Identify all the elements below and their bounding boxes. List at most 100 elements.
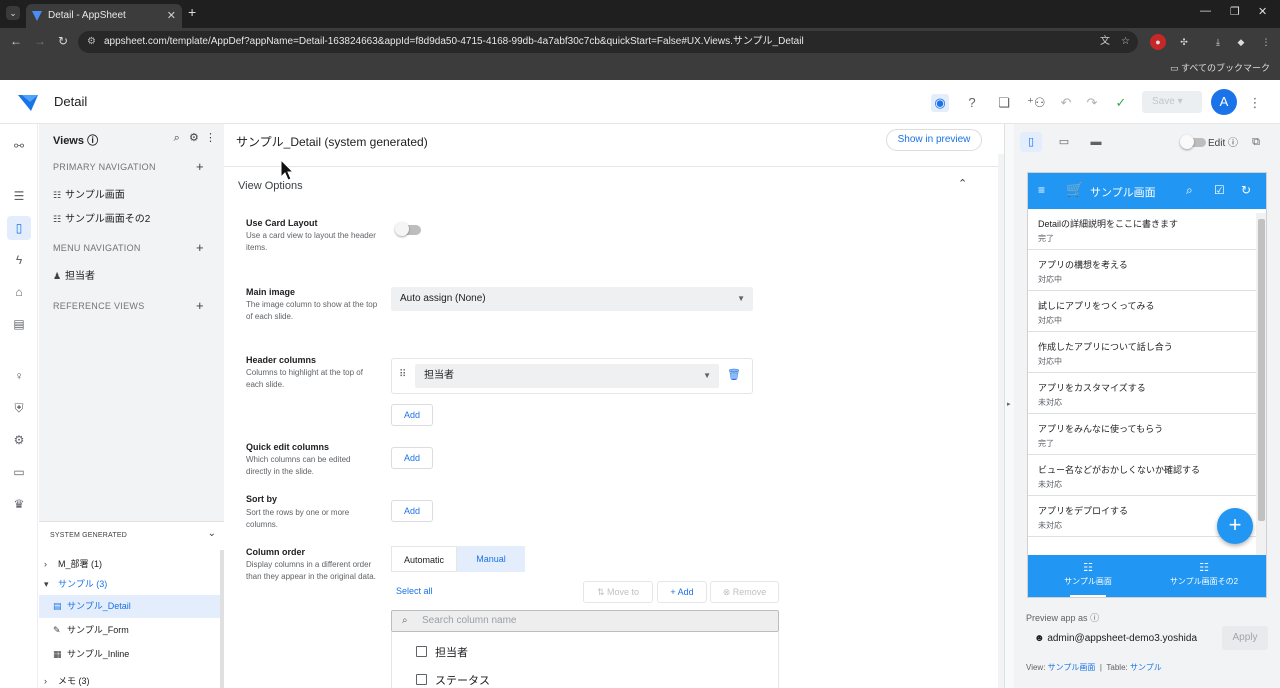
url-input[interactable]: ⚙ appsheet.com/template/AppDef?appName=D…: [78, 31, 1138, 53]
browser-tab[interactable]: Detail - AppSheet ✕: [26, 4, 182, 28]
new-tab-icon[interactable]: +: [188, 4, 196, 20]
apply-button[interactable]: Apply: [1222, 626, 1268, 650]
drag-handle-icon[interactable]: ⠿: [399, 369, 406, 380]
actions-icon[interactable]: ϟ: [10, 251, 28, 269]
reload-icon[interactable]: ↻: [58, 34, 68, 48]
move-to-button[interactable]: ⇅ Move to: [583, 581, 653, 603]
checkbox[interactable]: [416, 646, 427, 657]
add-reference-view-icon[interactable]: +: [196, 298, 204, 313]
chevron-down-icon[interactable]: ⌄: [208, 528, 216, 539]
scrollbar-thumb[interactable]: [1258, 219, 1265, 521]
automation-icon[interactable]: ⌂: [10, 283, 28, 301]
use-card-layout-toggle[interactable]: [395, 222, 421, 236]
edit-toggle[interactable]: [1180, 135, 1206, 149]
download-icon[interactable]: ⤓: [1210, 34, 1226, 50]
gear-icon[interactable]: ⚙: [189, 132, 199, 144]
back-icon[interactable]: ←: [10, 34, 22, 48]
info-icon[interactable]: ⓘ: [1228, 138, 1238, 149]
sys-item-sample[interactable]: ▾ サンプル (3): [39, 573, 220, 596]
open-external-icon[interactable]: ⧉: [1245, 132, 1267, 152]
list-item[interactable]: アプリをカスタマイズする 未対応: [1028, 373, 1256, 414]
list-item[interactable]: ビュー名などがおかしくないか確認する 未対応: [1028, 455, 1256, 496]
header-column-select[interactable]: 担当者 ▼: [415, 364, 719, 388]
show-in-preview-button[interactable]: Show in preview: [886, 129, 982, 151]
intelligence-icon[interactable]: ♀: [10, 367, 28, 385]
monitor-icon[interactable]: ▭: [10, 463, 28, 481]
manual-option[interactable]: Manual: [457, 546, 525, 572]
checkbox-icon[interactable]: ☑: [1214, 183, 1225, 197]
view-link[interactable]: サンプル画面: [1048, 663, 1096, 672]
sys-item-sample-detail[interactable]: ▤ サンプル_Detail: [39, 595, 220, 618]
table-link[interactable]: サンプル: [1130, 663, 1162, 672]
minimize-icon[interactable]: —: [1200, 5, 1211, 17]
add-menu-view-icon[interactable]: +: [196, 240, 204, 255]
column-row[interactable]: 担当者: [416, 644, 468, 660]
redo-icon[interactable]: ↷: [1083, 94, 1101, 112]
list-item[interactable]: アプリをみんなに使ってもらう 完了: [1028, 414, 1256, 455]
extensions-icon[interactable]: ✣: [1176, 34, 1192, 50]
sys-item-sample-form[interactable]: ✎ サンプル_Form: [39, 619, 220, 642]
profile-icon[interactable]: ◆: [1233, 34, 1249, 50]
view-item-sample[interactable]: ☷ サンプル画面: [53, 186, 125, 201]
search-icon[interactable]: ⌕: [1186, 183, 1193, 198]
save-button[interactable]: Save ▾: [1142, 91, 1202, 113]
more-vert-icon[interactable]: ⋮: [205, 132, 216, 144]
translate-icon[interactable]: 文: [1100, 31, 1110, 53]
search-icon[interactable]: ⌕: [174, 132, 180, 144]
add-quick-edit-button[interactable]: Add: [391, 447, 433, 469]
add-sort-button[interactable]: Add: [391, 500, 433, 522]
preview-icon[interactable]: ◉: [931, 94, 949, 112]
automatic-option[interactable]: Automatic: [391, 546, 457, 572]
list-item[interactable]: アプリの構想を考える 対応中: [1028, 250, 1256, 291]
tablet-preview-icon[interactable]: ▭: [1053, 132, 1075, 152]
menu-icon[interactable]: ≡: [1038, 183, 1045, 197]
list-item[interactable]: Detailの詳細説明をここに書きます 完了: [1028, 209, 1256, 250]
bookmark-star-icon[interactable]: ☆: [1121, 31, 1130, 53]
close-tab-icon[interactable]: ✕: [167, 4, 176, 28]
panel-splitter[interactable]: ▸: [1004, 124, 1014, 688]
nav-item-sample[interactable]: ☷ サンプル画面: [1028, 561, 1148, 587]
view-item-sample2[interactable]: ☷ サンプル画面その2: [53, 210, 150, 225]
preview-user-email[interactable]: ☻ admin@appsheet-demo3.yoshida: [1026, 628, 1222, 650]
views-icon[interactable]: ▯: [7, 216, 31, 240]
copy-app-icon[interactable]: ❏: [995, 94, 1013, 112]
close-window-icon[interactable]: ✕: [1258, 5, 1267, 18]
restore-icon[interactable]: ❐: [1230, 5, 1240, 18]
column-search-input[interactable]: ⌕ Search column name: [391, 610, 779, 632]
checkbox[interactable]: [416, 674, 427, 685]
browser-menu-icon[interactable]: ⋮: [1258, 34, 1274, 50]
settings-gear-icon[interactable]: ⚙: [10, 431, 28, 449]
view-options-heading[interactable]: View Options: [238, 180, 303, 192]
add-primary-view-icon[interactable]: +: [196, 159, 204, 174]
view-item-tantousha[interactable]: ♟ 担当者: [53, 267, 95, 282]
sys-item-memo[interactable]: › メモ (3): [39, 670, 220, 688]
tab-list-icon[interactable]: ⌄: [6, 6, 20, 20]
appsheet-logo-icon[interactable]: [18, 93, 38, 111]
info-icon[interactable]: ⓘ: [1090, 613, 1099, 623]
select-all-link[interactable]: Select all: [396, 586, 433, 596]
delete-icon[interactable]: 🗑: [727, 368, 741, 381]
site-info-icon[interactable]: ⚙: [87, 31, 96, 53]
check-icon[interactable]: ✓: [1112, 94, 1130, 112]
all-bookmarks[interactable]: ▭ すべてのブックマーク: [1170, 61, 1270, 74]
preview-scrollbar[interactable]: [1256, 213, 1266, 555]
security-shield-icon[interactable]: ⛨: [10, 399, 28, 417]
automation-path-icon[interactable]: ⚯: [10, 137, 28, 155]
nav-item-sample2[interactable]: ☷ サンプル画面その2: [1144, 561, 1264, 587]
add-header-column-button[interactable]: Add: [391, 404, 433, 426]
remove-button[interactable]: ⊗ Remove: [710, 581, 779, 603]
forward-icon[interactable]: →: [34, 34, 46, 48]
more-icon[interactable]: ⋮: [1246, 94, 1264, 112]
data-icon[interactable]: ☰: [10, 187, 28, 205]
chat-icon[interactable]: ▤: [10, 315, 28, 333]
extension-record-icon[interactable]: ●: [1150, 34, 1166, 50]
list-item[interactable]: 作成したアプリについて話し合う 対応中: [1028, 332, 1256, 373]
add-fab-button[interactable]: +: [1217, 508, 1253, 544]
list-item[interactable]: 試しにアプリをつくってみる 対応中: [1028, 291, 1256, 332]
add-column-button[interactable]: + Add: [657, 581, 707, 603]
undo-icon[interactable]: ↶: [1057, 94, 1075, 112]
refresh-icon[interactable]: ↻: [1241, 183, 1251, 197]
main-image-select[interactable]: Auto assign (None) ▼: [391, 287, 753, 311]
sys-item-sample-inline[interactable]: ▦ サンプル_Inline: [39, 643, 220, 666]
share-icon[interactable]: ⁺⚇: [1027, 94, 1046, 112]
